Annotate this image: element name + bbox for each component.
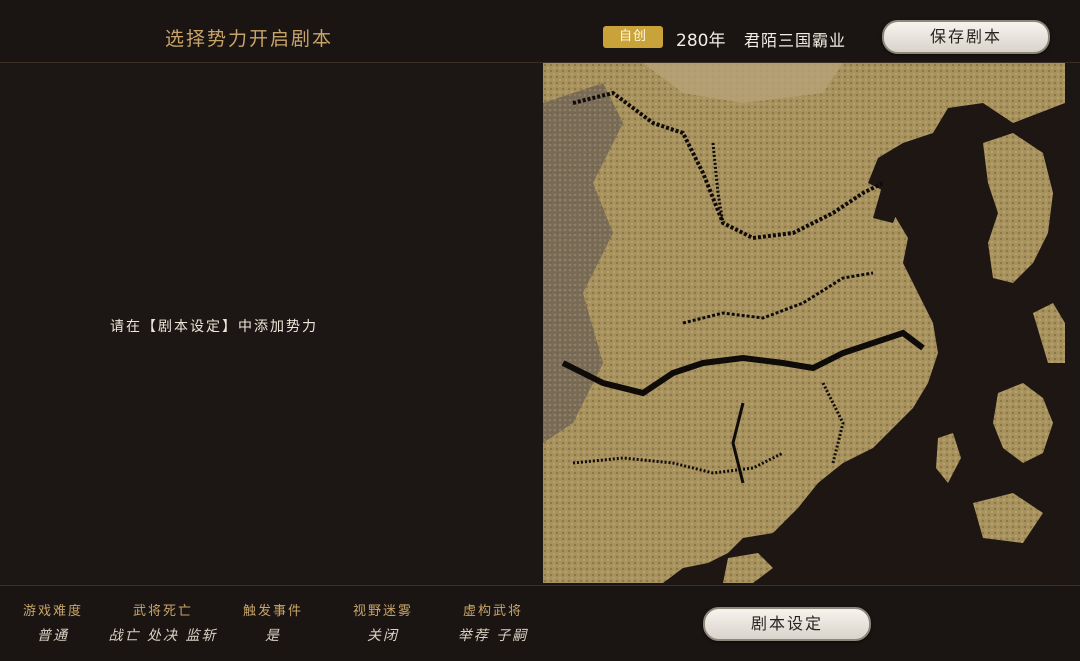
stat-label: 触发事件 xyxy=(242,604,303,619)
stat-value: 关闭 xyxy=(367,628,399,644)
save-scenario-button[interactable]: 保存剧本 xyxy=(882,20,1050,54)
bottom-bar: 游戏难度 普通 武将死亡 战亡 处决 监斩 触发事件 是 视野迷雾 关闭 虚构武… xyxy=(0,585,1080,661)
stat-fog-of-war: 视野迷雾 关闭 xyxy=(328,600,438,645)
stat-events: 触发事件 是 xyxy=(218,600,328,645)
stat-fictional-generals: 虚构武将 举荐 子嗣 xyxy=(438,600,548,645)
top-bar: 选择势力开启剧本 自创 280年 君陌三国霸业 保存剧本 xyxy=(0,0,1080,63)
stat-value: 举荐 子嗣 xyxy=(457,628,529,644)
add-faction-hint: 请在【剧本设定】中添加势力 xyxy=(110,319,318,335)
stat-label: 视野迷雾 xyxy=(352,604,413,619)
world-map[interactable] xyxy=(543,63,1065,583)
stat-general-death: 武将死亡 战亡 处决 监斩 xyxy=(108,600,218,645)
stat-difficulty: 游戏难度 普通 xyxy=(0,600,108,645)
stat-label: 武将死亡 xyxy=(132,604,193,619)
stat-value: 普通 xyxy=(37,628,69,644)
scenario-name: 君陌三国霸业 xyxy=(744,31,847,50)
stat-value: 战亡 处决 监斩 xyxy=(108,628,218,644)
custom-badge: 自创 xyxy=(603,26,663,48)
scenario-year: 280年 xyxy=(676,31,726,51)
map-canvas[interactable] xyxy=(543,63,1065,583)
page-title: 选择势力开启剧本 xyxy=(165,28,334,50)
stat-label: 游戏难度 xyxy=(22,604,83,619)
stat-value: 是 xyxy=(265,628,281,644)
scenario-settings-button[interactable]: 剧本设定 xyxy=(703,607,871,641)
stat-label: 虚构武将 xyxy=(462,604,523,619)
